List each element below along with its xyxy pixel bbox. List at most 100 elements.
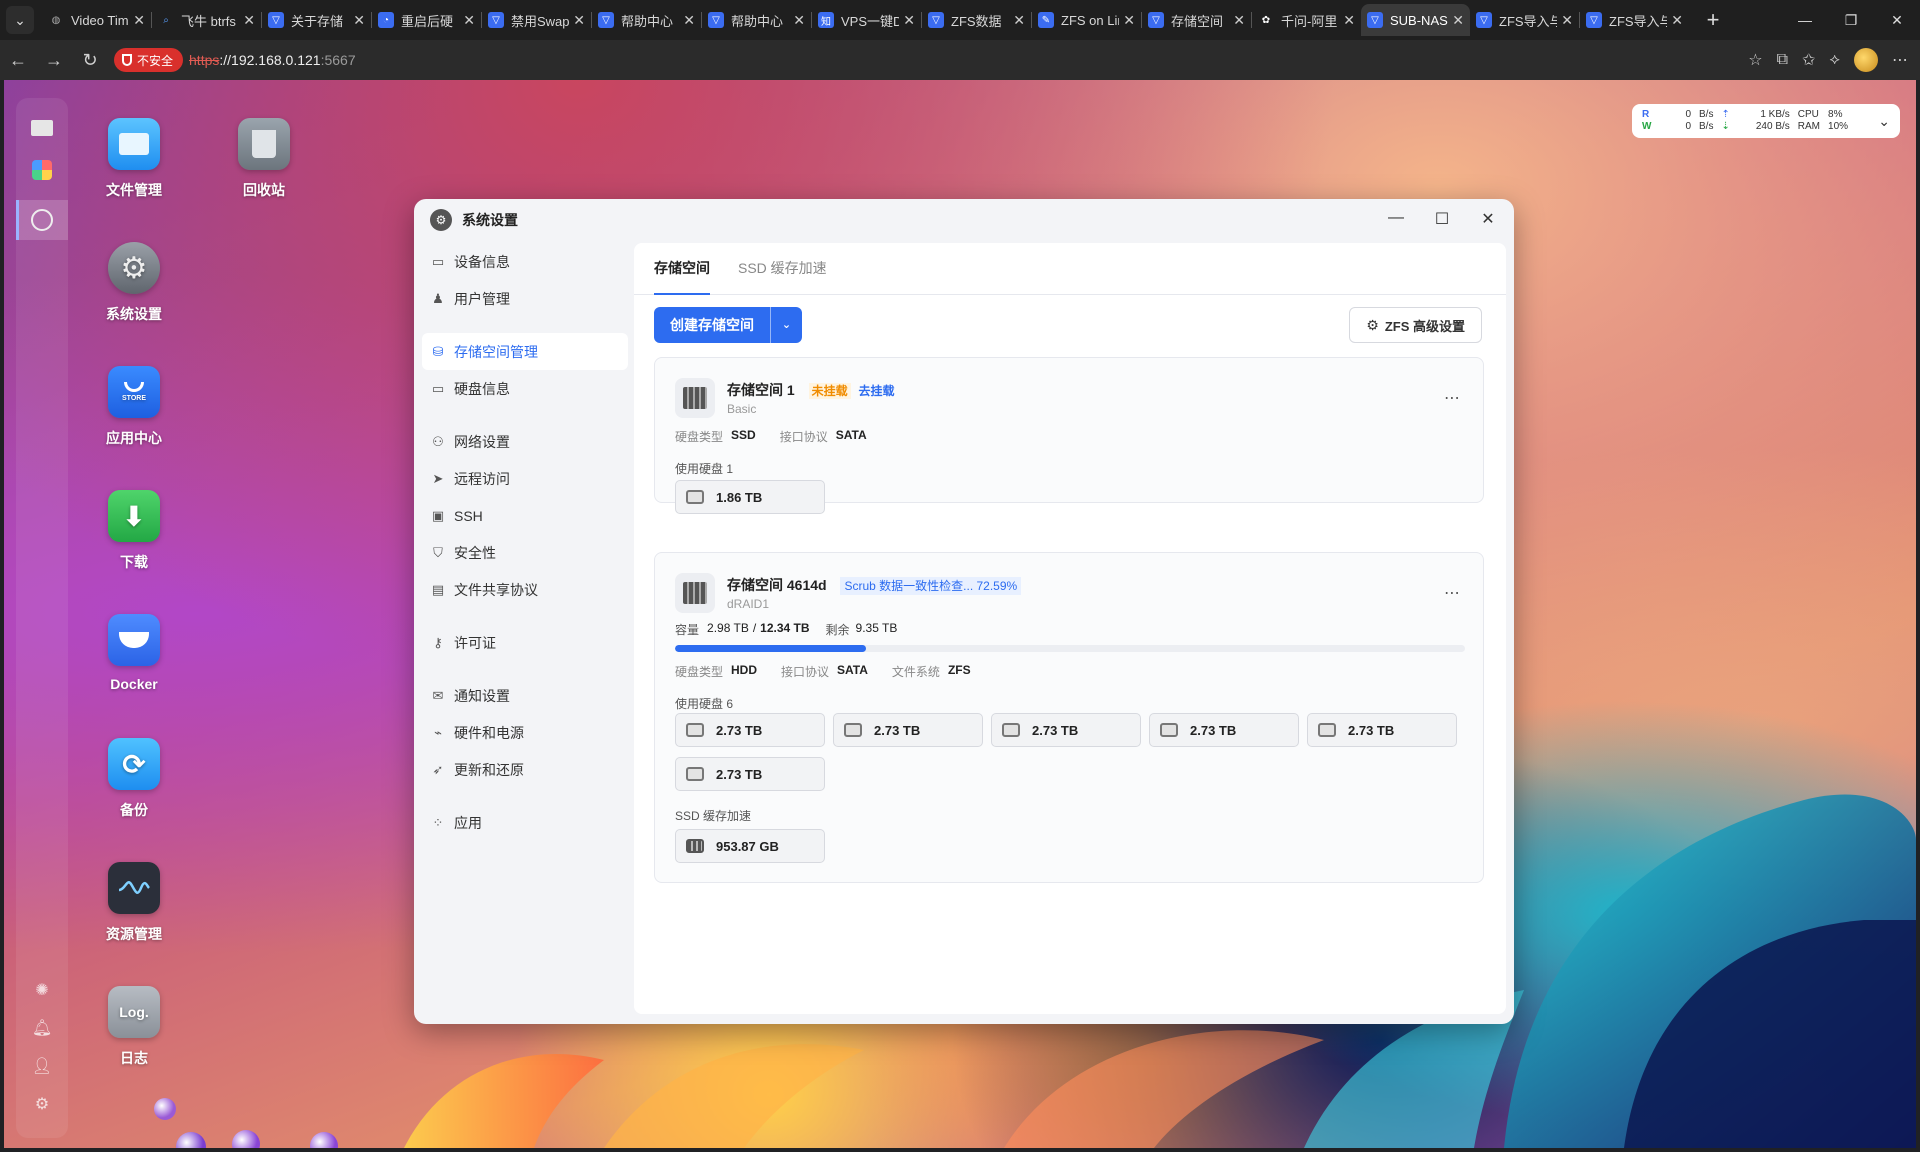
sidebar-item[interactable]: ⚷ 许可证 xyxy=(422,624,628,661)
app-grid-icon[interactable] xyxy=(26,154,58,186)
desktop-app-backup[interactable]: ⟳ 备份 xyxy=(79,738,189,820)
sidebar-item[interactable]: ✉ 通知设置 xyxy=(422,677,628,714)
close-tab-icon[interactable]: ✕ xyxy=(903,12,915,29)
disk-chip[interactable]: 2.73 TB xyxy=(675,757,825,791)
browser-tab[interactable]: ✿ 千问-阿里 ✕ xyxy=(1252,4,1361,36)
pool-more-menu-icon[interactable]: ⋯ xyxy=(1444,388,1461,408)
close-tab-icon[interactable]: ✕ xyxy=(1452,12,1464,29)
browser-tab[interactable]: ▽ 帮助中心 ✕ xyxy=(592,4,701,36)
user-icon[interactable]: 👤︎ xyxy=(30,1056,54,1080)
create-storage-button[interactable]: 创建存储空间 xyxy=(654,307,770,343)
sidebar-item[interactable]: ⛁ 存储空间管理 xyxy=(422,333,628,370)
gear-icon[interactable]: ⚙ xyxy=(30,1094,54,1118)
reload-icon[interactable]: ↻ xyxy=(72,50,108,71)
close-tab-icon[interactable]: ✕ xyxy=(1123,12,1135,29)
tab-ssd-cache[interactable]: SSD 缓存加速 xyxy=(738,243,827,295)
url-field[interactable]: 不安全 https ://192.168.0.121 :5667 xyxy=(114,46,356,74)
extensions-icon[interactable]: ⧉ xyxy=(1777,51,1788,69)
minimize-icon[interactable]: — xyxy=(1782,0,1828,40)
browser-tab[interactable]: ▽ ZFS导入与 ✕ xyxy=(1470,4,1579,36)
favorites-list-icon[interactable]: ✩ xyxy=(1802,50,1815,70)
system-monitor-widget[interactable]: R W 0 0 B/s B/s ⇡ ⇣ 1 KB/s 240 B/s CPU R… xyxy=(1632,104,1900,138)
window-maximize-icon[interactable]: ☐ xyxy=(1430,209,1454,233)
browser-tab[interactable]: ▽ 关于存储 ✕ xyxy=(262,4,371,36)
browser-tab[interactable]: ▽ 帮助中心 ✕ xyxy=(702,4,811,36)
close-tab-icon[interactable]: ✕ xyxy=(463,12,475,29)
profile-avatar[interactable] xyxy=(1854,48,1878,72)
disk-chip[interactable]: 2.73 TB xyxy=(833,713,983,747)
favorite-star-icon[interactable]: ☆ xyxy=(1748,50,1762,70)
browser-tab[interactable]: ⌕ 飞牛 btrfs ✕ xyxy=(152,4,261,36)
sidebar-item[interactable]: ⁘ 应用 xyxy=(422,804,628,841)
mount-link[interactable]: 去挂载 xyxy=(858,384,894,398)
forward-arrow-icon[interactable]: → xyxy=(36,50,72,71)
close-tab-icon[interactable]: ✕ xyxy=(793,12,805,29)
close-tab-icon[interactable]: ✕ xyxy=(683,12,695,29)
sidebar-item[interactable]: ➶ 更新和还原 xyxy=(422,751,628,788)
collapse-chevron-icon[interactable]: ⌄ xyxy=(1878,113,1890,130)
zfs-advanced-settings-button[interactable]: ⚙ ZFS 高级设置 xyxy=(1349,307,1482,343)
desktop-app-system-settings[interactable]: ⚙ 系统设置 xyxy=(79,242,189,324)
desktop-app-app-center[interactable]: STORE 应用中心 xyxy=(79,366,189,448)
close-tab-icon[interactable]: ✕ xyxy=(1233,12,1245,29)
browser-tab[interactable]: ◔ 重启后硬 ✕ xyxy=(372,4,481,36)
close-tab-icon[interactable]: ✕ xyxy=(1561,12,1573,29)
sidebar-item[interactable]: ▤ 文件共享协议 xyxy=(422,571,628,608)
close-tab-icon[interactable]: ✕ xyxy=(1671,12,1683,29)
create-storage-dropdown-chevron-icon[interactable]: ⌄ xyxy=(770,307,802,343)
close-tab-icon[interactable]: ✕ xyxy=(133,12,145,29)
disk-chip[interactable]: 2.73 TB xyxy=(1307,713,1457,747)
sidebar-item[interactable]: ➤ 远程访问 xyxy=(422,460,628,497)
window-minimize-icon[interactable]: — xyxy=(1384,209,1408,233)
back-arrow-icon[interactable]: ← xyxy=(0,50,36,71)
capacity-summary: 容量 2.98 TB / 12.34 TB 剩余 9.35 TB xyxy=(675,621,898,637)
disk-chip[interactable]: 2.73 TB xyxy=(1149,713,1299,747)
browser-tab[interactable]: ▽ 禁用Swap ✕ xyxy=(482,4,591,36)
desktop-app-recycle-bin[interactable]: 回收站 xyxy=(209,118,319,200)
browser-tab[interactable]: ✎ ZFS on Lin ✕ xyxy=(1032,4,1141,36)
window-close-icon[interactable]: ✕ xyxy=(1476,209,1500,233)
new-tab-plus-icon[interactable]: + xyxy=(1699,7,1727,33)
desktop-app-docker[interactable]: Docker xyxy=(79,614,189,692)
desktop-app-download[interactable]: ⬇ 下载 xyxy=(79,490,189,572)
desktop-app-resource-monitor[interactable]: 资源管理 xyxy=(79,862,189,944)
sidebar-item[interactable]: ▣ SSH xyxy=(422,497,628,534)
browser-tab[interactable]: ◍ Video Tim ✕ xyxy=(42,4,151,36)
sidebar-item[interactable]: ♟ 用户管理 xyxy=(422,280,628,317)
tab-list-chevron-icon[interactable]: ⌄ xyxy=(6,6,34,34)
browser-tab[interactable]: ▽ ZFS导入与 ✕ xyxy=(1580,4,1689,36)
fn-logo-icon[interactable]: ✺ xyxy=(30,980,54,1004)
close-tab-icon[interactable]: ✕ xyxy=(1343,12,1355,29)
sidebar-item[interactable]: ▭ 硬盘信息 xyxy=(422,370,628,407)
rocket-icon: ➶ xyxy=(432,761,444,777)
ssd-cache-disk-chip[interactable]: 953.87 GB xyxy=(675,829,825,863)
sidebar-item[interactable]: ⛉ 安全性 xyxy=(422,534,628,571)
sidebar-item[interactable]: ⚇ 网络设置 xyxy=(422,423,628,460)
bell-icon[interactable]: 🔔︎ xyxy=(30,1018,54,1042)
restore-icon[interactable]: ❐ xyxy=(1828,0,1874,40)
desktop-app-file-manager[interactable]: 文件管理 xyxy=(79,118,189,200)
system-settings-dock-icon[interactable] xyxy=(26,204,58,236)
desktop-app-logs[interactable]: Log. 日志 xyxy=(79,986,189,1068)
tab-storage[interactable]: 存储空间 xyxy=(654,243,710,295)
disk-chip[interactable]: 2.73 TB xyxy=(991,713,1141,747)
close-tab-icon[interactable]: ✕ xyxy=(353,12,365,29)
close-tab-icon[interactable]: ✕ xyxy=(573,12,585,29)
pool-more-menu-icon[interactable]: ⋯ xyxy=(1444,583,1461,603)
close-tab-icon[interactable]: ✕ xyxy=(243,12,255,29)
insecure-badge[interactable]: 不安全 xyxy=(114,48,184,72)
browser-tab[interactable]: ▽ ZFS数据 ✕ xyxy=(922,4,1031,36)
desktop-monitor-icon[interactable] xyxy=(26,112,58,144)
close-window-icon[interactable]: ✕ xyxy=(1874,0,1920,40)
disk-chip[interactable]: 1.86 TB xyxy=(675,480,825,514)
collections-icon[interactable]: ⟡ xyxy=(1829,51,1840,69)
disk-chip[interactable]: 2.73 TB xyxy=(675,713,825,747)
browser-tab[interactable]: ▽ SUB-NAS ✕ xyxy=(1361,4,1470,36)
browser-tab[interactable]: ▽ 存储空间 ✕ xyxy=(1142,4,1251,36)
pool-specs: 硬盘类型 SSD 接口协议 SATA xyxy=(675,428,867,444)
browser-tab[interactable]: 知 VPS一键D ✕ xyxy=(812,4,921,36)
sidebar-item[interactable]: ⌁ 硬件和电源 xyxy=(422,714,628,751)
sidebar-item[interactable]: ▭ 设备信息 xyxy=(422,243,628,280)
more-menu-icon[interactable]: ⋯ xyxy=(1892,50,1908,70)
close-tab-icon[interactable]: ✕ xyxy=(1013,12,1025,29)
